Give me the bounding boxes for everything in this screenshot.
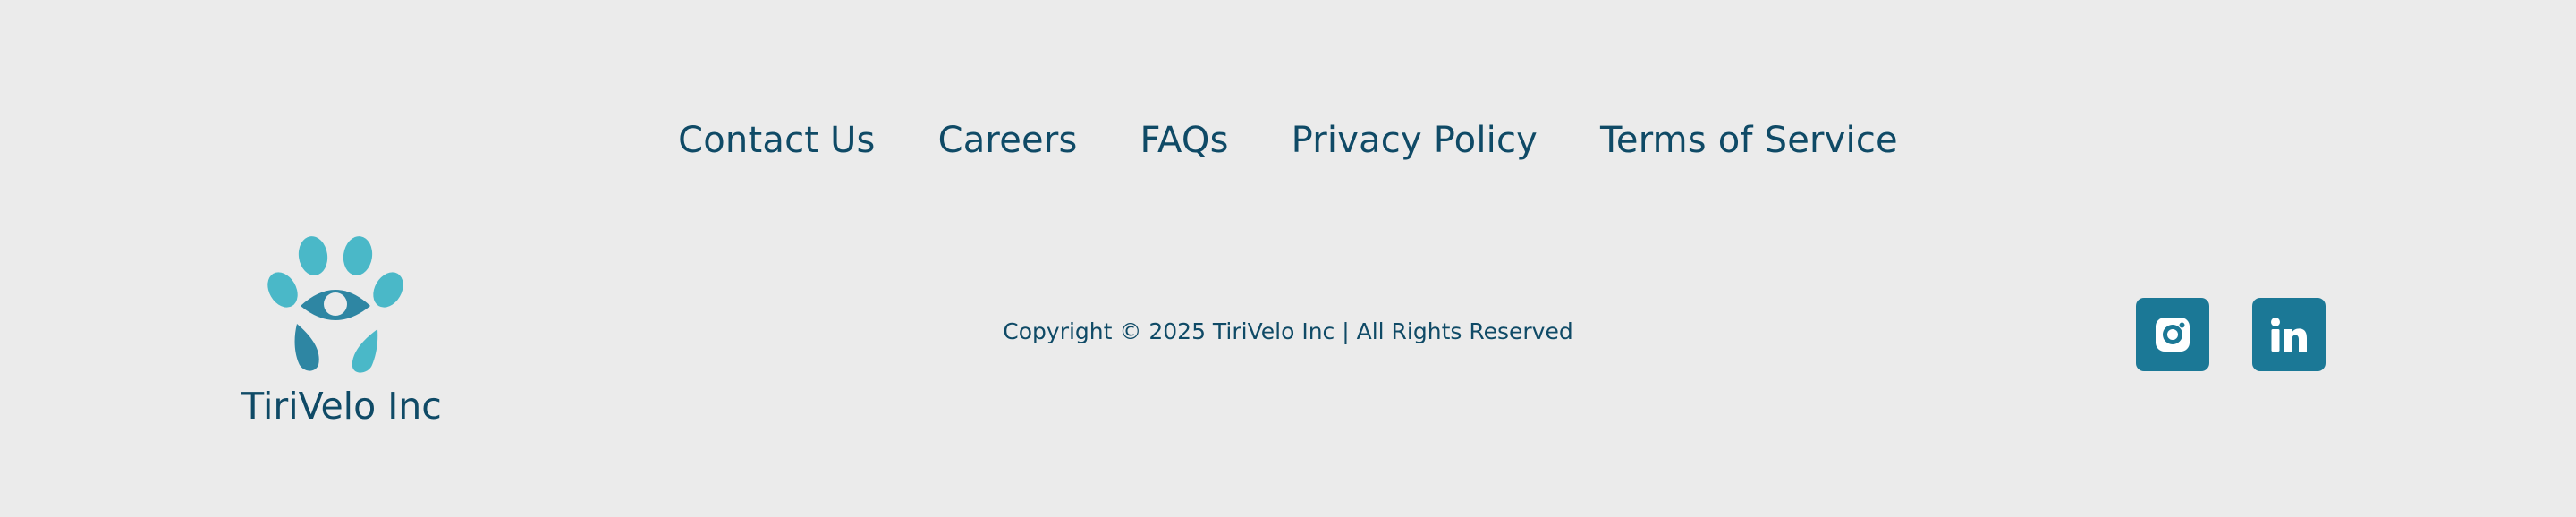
brand-name: TiriVelo Inc [242, 385, 442, 428]
instagram-button[interactable] [2136, 298, 2209, 371]
linkedin-button[interactable] [2252, 298, 2326, 371]
nav-link-faqs[interactable]: FAQs [1140, 120, 1229, 161]
nav-link-terms-of-service[interactable]: Terms of Service [1600, 120, 1898, 161]
nav-link-contact-us[interactable]: Contact Us [678, 120, 875, 161]
instagram-icon [2156, 318, 2190, 352]
copyright-text: Copyright © 2025 TiriVelo Inc | All Righ… [1003, 318, 1573, 344]
nav-link-privacy-policy[interactable]: Privacy Policy [1292, 120, 1538, 161]
paw-eye-logo-icon [267, 236, 403, 373]
brand: TiriVelo Inc [242, 234, 442, 428]
footer-nav: Contact Us Careers FAQs Privacy Policy T… [0, 113, 2576, 168]
linkedin-icon [2271, 318, 2307, 352]
nav-link-careers[interactable]: Careers [938, 120, 1078, 161]
